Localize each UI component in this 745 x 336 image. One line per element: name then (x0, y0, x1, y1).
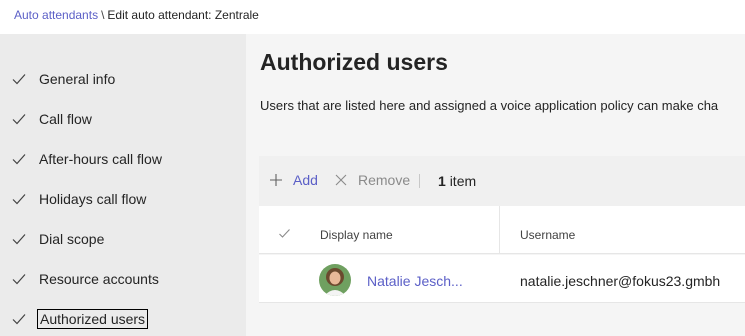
user-photo-icon (319, 264, 351, 296)
sidebar-item-general-info[interactable]: General info (0, 59, 246, 99)
remove-button-label: Remove (358, 172, 411, 188)
checkmark-icon (12, 194, 26, 205)
table-row[interactable]: Natalie Jesch... natalie.jeschner@fokus2… (259, 255, 745, 303)
breadcrumb: Auto attendants \ Edit auto attendant: Zen… (14, 8, 259, 22)
breadcrumb-current: Edit auto attendant: Zentrale (107, 8, 259, 22)
remove-button[interactable]: Remove (333, 172, 410, 188)
checkmark-icon (12, 314, 26, 325)
item-count-value: 1 (438, 173, 446, 189)
sidebar-item-after-hours-call-flow[interactable]: After-hours call flow (0, 139, 246, 179)
sidebar-item-label: Resource accounts (39, 271, 159, 287)
sidebar-item-label: Authorized users (37, 309, 149, 329)
sidebar-item-label: Call flow (39, 111, 92, 127)
item-count: 1 item (438, 173, 476, 189)
sidebar-item-dial-scope[interactable]: Dial scope (0, 219, 246, 259)
sidebar-item-holidays-call-flow[interactable]: Holidays call flow (0, 179, 246, 219)
select-all-checkmark-icon[interactable] (278, 227, 291, 240)
sidebar-item-label: Dial scope (39, 231, 105, 247)
toolbar: Add Remove 1 item (259, 156, 745, 206)
sidebar-item-label: After-hours call flow (39, 151, 162, 167)
sidebar: General info Call flow After-hours call … (0, 34, 246, 336)
checkmark-icon (12, 234, 26, 245)
add-button-label: Add (293, 172, 318, 188)
toolbar-divider (419, 174, 420, 188)
checkmark-icon (12, 154, 26, 165)
user-display-name-link[interactable]: Natalie Jesch... (367, 273, 463, 289)
main-content: Authorized users Users that are listed h… (246, 34, 745, 336)
plus-icon (270, 174, 282, 186)
breadcrumb-link-auto-attendants[interactable]: Auto attendants (14, 8, 98, 22)
item-count-unit: item (449, 173, 477, 189)
sidebar-item-label: General info (39, 71, 116, 87)
page-description: Users that are listed here and assigned … (260, 98, 719, 113)
sidebar-item-resource-accounts[interactable]: Resource accounts (0, 259, 246, 299)
sidebar-item-label: Holidays call flow (39, 191, 147, 207)
checkmark-icon (12, 74, 26, 85)
add-button[interactable]: Add (268, 172, 318, 188)
sidebar-item-authorized-users[interactable]: Authorized users (0, 299, 246, 336)
breadcrumb-separator: \ (101, 8, 105, 22)
column-divider[interactable] (499, 206, 500, 254)
table-header: Display name Username (259, 206, 745, 254)
page-title: Authorized users (260, 49, 448, 75)
close-icon (335, 174, 347, 186)
avatar (319, 264, 351, 296)
checkmark-icon (12, 114, 26, 125)
column-header-username[interactable]: Username (520, 228, 575, 242)
checkmark-icon (12, 274, 26, 285)
column-header-display-name[interactable]: Display name (320, 228, 393, 242)
sidebar-item-call-flow[interactable]: Call flow (0, 99, 246, 139)
user-username: natalie.jeschner@fokus23.gmbh (520, 273, 721, 289)
